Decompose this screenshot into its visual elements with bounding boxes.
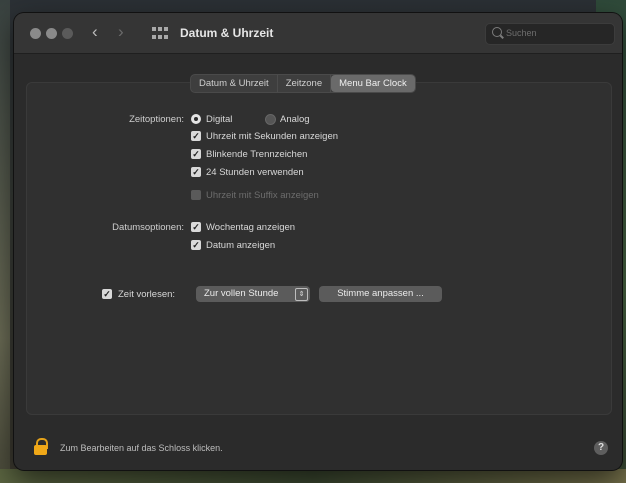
tab-timezone[interactable]: Zeitzone	[278, 75, 332, 92]
checkbox-24-hour[interactable]: ✓	[191, 167, 201, 177]
checkbox-date[interactable]: ✓	[191, 240, 201, 250]
preferences-window: ‹ › Datum & Uhrzeit Suchen Datum & Uhrze…	[14, 13, 622, 470]
tab-bar: Datum & Uhrzeit Zeitzone Menu Bar Clock	[190, 74, 416, 93]
search-field[interactable]: Suchen	[485, 23, 615, 45]
checkbox-date-label: Datum anzeigen	[206, 240, 276, 251]
checkbox-suffix[interactable]	[191, 190, 201, 200]
minimize-window-button[interactable]	[46, 28, 57, 39]
checkbox-24-hour-label: 24 Stunden verwenden	[206, 167, 304, 178]
zoom-window-button[interactable]	[62, 28, 73, 39]
checkbox-announce-time-label: Zeit vorlesen:	[118, 289, 176, 300]
radio-digital[interactable]	[191, 114, 201, 124]
search-placeholder: Suchen	[506, 28, 537, 38]
tab-date-time[interactable]: Datum & Uhrzeit	[191, 75, 278, 92]
checkbox-weekday-label: Wochentag anzeigen	[206, 222, 296, 233]
time-options-label: Zeitoptionen:	[129, 114, 184, 125]
close-window-button[interactable]	[30, 28, 41, 39]
checkbox-weekday[interactable]: ✓	[191, 222, 201, 232]
checkbox-seconds[interactable]: ✓	[191, 131, 201, 141]
announce-interval-popup[interactable]: Zur vollen Stunde ⇕	[196, 286, 310, 302]
help-button[interactable]: ?	[594, 441, 608, 455]
updown-chevron-icon: ⇕	[295, 288, 308, 301]
radio-analog[interactable]	[265, 114, 276, 125]
radio-analog-label: Analog	[280, 114, 310, 125]
checkbox-announce-time[interactable]: ✓	[102, 289, 112, 299]
forward-chevron-icon[interactable]: ›	[118, 22, 124, 42]
radio-digital-label: Digital	[206, 114, 233, 125]
checkbox-suffix-label: Uhrzeit mit Suffix anzeigen	[206, 190, 319, 201]
lock-icon[interactable]	[34, 438, 48, 455]
announce-interval-value: Zur vollen Stunde	[204, 288, 279, 299]
desktop-background-left	[0, 0, 10, 483]
search-icon	[492, 27, 502, 37]
desktop-background-bottom	[0, 469, 626, 483]
back-chevron-icon[interactable]: ‹	[92, 22, 98, 42]
checkbox-blinking-separators[interactable]: ✓	[191, 149, 201, 159]
date-options-label: Datumsoptionen:	[112, 222, 184, 233]
show-all-grid-icon[interactable]	[152, 27, 168, 39]
window-title: Datum & Uhrzeit	[180, 26, 274, 40]
customize-voice-button[interactable]: Stimme anpassen ...	[319, 286, 442, 302]
tab-menu-bar-clock[interactable]: Menu Bar Clock	[331, 75, 415, 92]
checkbox-blinking-separators-label: Blinkende Trennzeichen	[206, 149, 308, 160]
lock-hint-text: Zum Bearbeiten auf das Schloss klicken.	[60, 443, 223, 453]
checkbox-seconds-label: Uhrzeit mit Sekunden anzeigen	[206, 131, 339, 142]
title-bar: ‹ › Datum & Uhrzeit Suchen	[14, 13, 622, 54]
